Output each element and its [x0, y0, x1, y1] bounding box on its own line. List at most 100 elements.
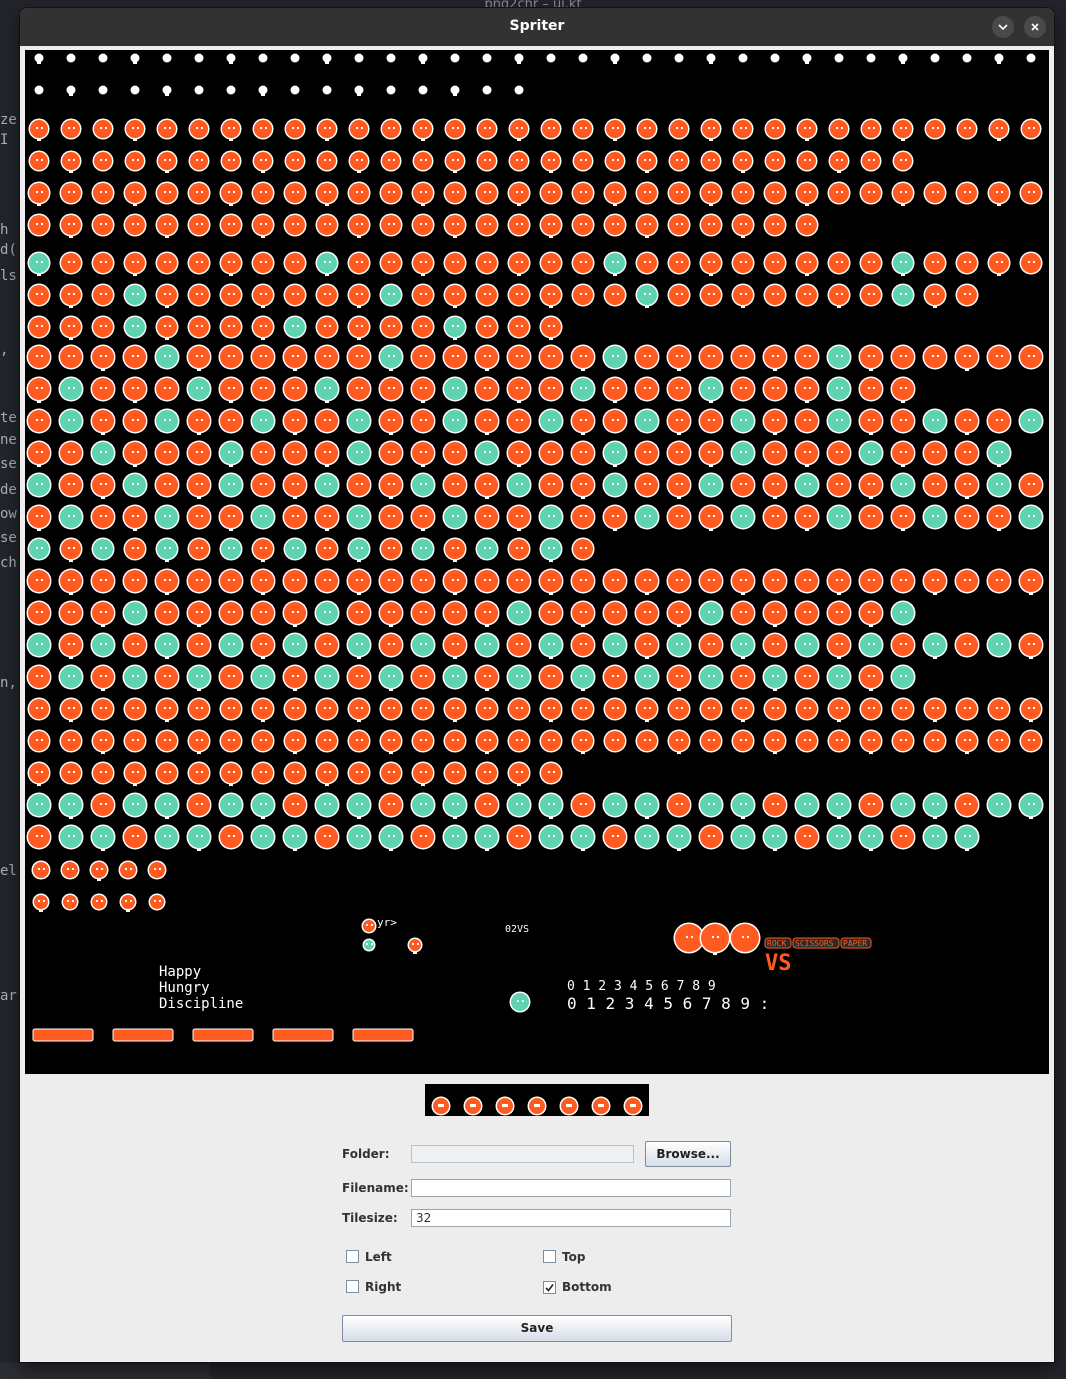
sprite-tile	[731, 213, 755, 238]
sprite-tile	[602, 824, 628, 850]
sprite-tile	[66, 53, 76, 63]
sprite-tile	[570, 632, 596, 658]
ide-code-fragment: I	[0, 132, 9, 148]
sprite-tile	[827, 251, 851, 275]
top-checkbox-box[interactable]	[543, 1250, 556, 1263]
save-button[interactable]: Save	[342, 1315, 732, 1342]
sprite-tile	[922, 440, 948, 466]
sprite-tile	[826, 408, 852, 434]
sprite-tile	[762, 824, 788, 851]
sprite-tile	[122, 408, 148, 434]
close-button[interactable]	[1024, 16, 1046, 38]
sprite-tile	[634, 664, 660, 690]
sprite-tile	[794, 472, 820, 498]
sprite-tile	[826, 664, 852, 690]
sprite-tile	[186, 472, 212, 499]
sprite-tile	[538, 824, 564, 850]
filename-field[interactable]	[411, 1179, 731, 1197]
sprite-tile	[730, 440, 756, 466]
sprite-tile	[218, 344, 244, 370]
sprite-tile	[218, 376, 244, 403]
sprite-tile	[666, 376, 692, 402]
sprite-tile	[667, 181, 691, 205]
sprite-tile	[570, 824, 596, 851]
sprite-tile	[218, 824, 244, 850]
sprite-tile	[347, 283, 371, 308]
sprite-tile	[794, 792, 820, 818]
sprite-tile	[506, 440, 532, 467]
sprite-tile	[186, 344, 212, 371]
sprite-tile	[474, 408, 500, 435]
sprite-tile	[770, 53, 780, 63]
top-checkbox[interactable]: Top	[543, 1250, 585, 1266]
sprite-tile	[794, 344, 820, 370]
sprite-tile	[962, 53, 972, 63]
sprite-tile	[155, 729, 179, 753]
sprite-tile	[698, 568, 724, 594]
sprite-tile	[538, 344, 564, 370]
sprite-tile	[58, 632, 84, 659]
right-checkbox[interactable]: Right	[346, 1280, 401, 1296]
sprite-tile	[91, 761, 115, 785]
sprite-tile	[795, 729, 819, 753]
sprite-tile	[282, 664, 308, 691]
left-checkbox-box[interactable]	[346, 1250, 359, 1263]
sprite-tile	[539, 315, 563, 340]
sprite-tile	[1018, 568, 1044, 595]
sprite-tile	[26, 824, 52, 850]
sprite-tile	[219, 697, 243, 721]
rps-scissors: SCISSORS	[795, 939, 834, 948]
folder-field[interactable]	[411, 1145, 634, 1163]
sprite-tile	[474, 568, 500, 594]
sprite-tile	[538, 408, 564, 434]
sprite-tile	[667, 213, 691, 237]
sprite-sheet[interactable]: Happy Hungry Discipline 0 1 2 3 4 5 6 7 …	[25, 50, 1049, 1074]
sprite-tile	[474, 472, 500, 499]
sprite-tile	[540, 150, 562, 173]
sprite-tile	[59, 213, 83, 238]
sprite-tile	[411, 697, 435, 721]
sprite-tile	[570, 408, 596, 435]
bottom-checkbox[interactable]: Bottom	[543, 1280, 612, 1296]
sprite-tile	[731, 697, 755, 722]
sprite-tile	[154, 440, 180, 466]
ide-code-fragment: ,	[0, 342, 9, 358]
sprite-tile	[572, 118, 594, 140]
sprite-tile	[474, 792, 500, 818]
tilesize-field[interactable]	[411, 1209, 731, 1227]
right-checkbox-box[interactable]	[346, 1280, 359, 1293]
sprite-tile	[890, 440, 916, 467]
sprite-tile	[698, 600, 724, 626]
minimize-button[interactable]	[992, 16, 1014, 38]
sprite-tile	[407, 937, 423, 954]
sprite-tile	[634, 376, 660, 402]
sprite-tile	[1019, 729, 1043, 753]
sprite-tile	[123, 315, 147, 339]
sprite-tile	[507, 251, 531, 276]
browse-button[interactable]: Browse...	[645, 1141, 731, 1167]
bottom-checkbox-box[interactable]	[543, 1281, 556, 1294]
sprite-tile	[898, 53, 908, 64]
sprite-tile	[26, 408, 52, 434]
sprite-tile	[634, 792, 660, 819]
ide-code-fragment: ne	[0, 432, 17, 448]
left-checkbox[interactable]: Left	[346, 1250, 392, 1266]
preview-frame	[623, 1096, 643, 1116]
sprite-tile	[442, 792, 468, 819]
sprite-tile	[1019, 181, 1043, 205]
sprite-tile	[156, 150, 178, 173]
sprite-tile	[378, 824, 404, 851]
sprite-tile	[834, 53, 844, 63]
sprite-tile	[154, 664, 180, 690]
sprite-tile	[923, 181, 947, 205]
sprite-tile	[91, 213, 115, 237]
sprite-tile	[411, 315, 435, 339]
sprite-tile	[635, 729, 659, 753]
sprite-tile	[282, 600, 308, 627]
sprite-tile	[506, 504, 532, 531]
sprite-tile	[514, 85, 524, 95]
sprite-tile	[250, 632, 276, 659]
sprite-tile	[763, 213, 787, 237]
sprite-tile	[986, 792, 1012, 818]
sprite-tile	[729, 922, 761, 954]
